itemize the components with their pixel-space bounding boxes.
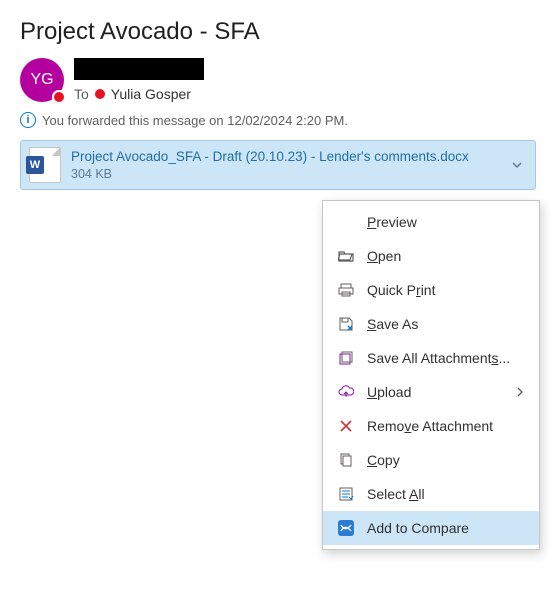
recipient-presence-icon <box>95 89 105 99</box>
word-file-icon: W <box>29 147 61 183</box>
menu-open-label: Open <box>367 248 525 264</box>
presence-dot-icon <box>52 90 66 104</box>
chevron-right-icon <box>515 387 525 397</box>
sender-avatar[interactable]: YG <box>20 58 64 102</box>
attachment-filename: Project Avocado_SFA - Draft (20.10.23) -… <box>71 148 497 166</box>
menu-quick-print-label: Quick Print <box>367 282 525 298</box>
menu-save-all-attachments[interactable]: Save All Attachments... <box>323 341 539 375</box>
menu-copy[interactable]: Copy <box>323 443 539 477</box>
menu-add-to-compare-label: Add to Compare <box>367 520 525 536</box>
printer-icon <box>337 281 355 299</box>
email-header: YG To Yulia Gosper <box>0 58 556 110</box>
save-all-icon <box>337 349 355 367</box>
blank-icon <box>337 213 355 231</box>
menu-quick-print[interactable]: Quick Print <box>323 273 539 307</box>
forward-info-text: You forwarded this message on 12/02/2024… <box>42 113 348 128</box>
sender-name-redacted <box>74 58 204 80</box>
to-label: To <box>74 86 89 102</box>
save-as-icon <box>337 315 355 333</box>
menu-remove-attachment[interactable]: Remove Attachment <box>323 409 539 443</box>
attachment-size: 304 KB <box>71 166 497 182</box>
open-folder-icon <box>337 247 355 265</box>
menu-remove-label: Remove Attachment <box>367 418 525 434</box>
menu-open[interactable]: Open <box>323 239 539 273</box>
menu-preview[interactable]: Preview <box>323 205 539 239</box>
menu-preview-label: Preview <box>367 214 525 230</box>
recipient-name[interactable]: Yulia Gosper <box>111 86 191 102</box>
select-all-icon <box>337 485 355 503</box>
menu-copy-label: Copy <box>367 452 525 468</box>
attachment-context-menu: Preview Open Quick Print Save As Save Al… <box>322 200 540 550</box>
menu-upload-label: Upload <box>367 384 503 400</box>
upload-cloud-icon <box>337 383 355 401</box>
menu-upload[interactable]: Upload <box>323 375 539 409</box>
remove-x-icon <box>337 417 355 435</box>
menu-save-all-label: Save All Attachments... <box>367 350 525 366</box>
forward-info-bar: i You forwarded this message on 12/02/20… <box>0 110 556 136</box>
compare-icon <box>337 519 355 537</box>
menu-select-all-label: Select All <box>367 486 525 502</box>
menu-save-as[interactable]: Save As <box>323 307 539 341</box>
menu-save-as-label: Save As <box>367 316 525 332</box>
attachment-dropdown-button[interactable] <box>507 155 527 175</box>
word-badge: W <box>26 156 44 174</box>
copy-icon <box>337 451 355 469</box>
menu-select-all[interactable]: Select All <box>323 477 539 511</box>
attachment-chip[interactable]: W Project Avocado_SFA - Draft (20.10.23)… <box>20 140 536 190</box>
email-subject: Project Avocado - SFA <box>0 0 556 58</box>
menu-add-to-compare[interactable]: Add to Compare <box>323 511 539 545</box>
info-icon: i <box>20 112 36 128</box>
